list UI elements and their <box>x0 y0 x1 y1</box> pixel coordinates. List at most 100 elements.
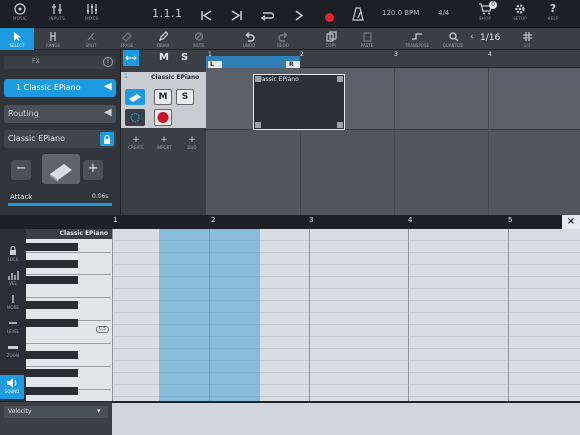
transpose-button[interactable]: TRANSPOSE <box>400 28 434 50</box>
loop-right-marker[interactable]: R <box>286 61 300 68</box>
undo-icon <box>245 32 255 42</box>
duplicate-button[interactable]: + DUO <box>183 136 201 152</box>
attack-slider[interactable] <box>8 203 112 206</box>
copy-button[interactable]: COPY <box>314 28 348 50</box>
undo-button[interactable]: UNDO <box>232 28 266 50</box>
arrange-ruler[interactable]: 1 2 3 4 L R <box>206 50 580 68</box>
paste-label: PASTE <box>360 43 374 48</box>
routing-row[interactable]: Routing ◀ <box>4 105 116 123</box>
velocity-button[interactable]: VEL <box>2 267 24 291</box>
quantize-value[interactable]: 1/16 <box>480 33 500 43</box>
velocity-lane-header: Velocity ▾ <box>0 401 112 435</box>
track-mute-button[interactable]: M <box>154 89 172 105</box>
loop-button[interactable] <box>260 7 275 26</box>
grid-button[interactable]: 1/4 <box>510 28 544 50</box>
zoom-button[interactable]: ZOOM <box>2 339 24 363</box>
midi-clip[interactable]: Classic EPiano <box>253 74 345 130</box>
lock-button[interactable]: LOCK <box>2 243 24 267</box>
piano-keyboard[interactable]: C3 <box>26 239 112 401</box>
select-tool[interactable]: SELECT <box>0 28 34 50</box>
help-label: HELP <box>547 16 559 21</box>
record-arm-button[interactable] <box>154 109 172 126</box>
black-key[interactable] <box>26 243 78 251</box>
preset-prev-button[interactable]: − <box>11 160 31 180</box>
record-button[interactable] <box>324 8 335 27</box>
inputs-icon <box>52 4 62 14</box>
black-key[interactable] <box>26 387 78 395</box>
sound-button[interactable]: SOUND <box>0 375 24 399</box>
music-button[interactable]: MUSIC <box>7 2 33 26</box>
track-instrument-button[interactable] <box>125 89 145 105</box>
lock-label: LOCK <box>7 257 19 262</box>
monitor-button[interactable] <box>125 109 145 126</box>
undo-label: UNDO <box>242 43 256 48</box>
import-button[interactable]: + IMPORT <box>155 136 173 152</box>
clip-resize-handle[interactable] <box>337 76 343 82</box>
global-mute-button[interactable]: M <box>159 52 169 63</box>
lane-selector[interactable]: Velocity ▾ <box>4 406 108 418</box>
clip-resize-handle[interactable] <box>337 122 343 128</box>
close-editor-button[interactable]: × <box>562 215 580 229</box>
create-track-button[interactable]: + CREATE <box>127 136 145 152</box>
track-selector[interactable]: 1 Classic EPiano ◀ <box>4 79 116 97</box>
top-bar: MUSIC INPUTS MIXER 1.1.1 120.0 BPM 4/4 S… <box>0 0 580 28</box>
mute-tool[interactable]: MUTE <box>182 28 216 50</box>
expand-button[interactable] <box>123 50 139 66</box>
global-solo-button[interactable]: S <box>181 52 188 63</box>
bar-line <box>300 131 301 215</box>
fx-row[interactable]: FX i <box>4 56 116 69</box>
draw-tool[interactable]: DRAW <box>146 28 180 50</box>
black-key[interactable] <box>26 319 78 327</box>
paste-button[interactable]: PASTE <box>350 28 384 50</box>
forward-button[interactable] <box>230 7 243 26</box>
play-button[interactable] <box>293 7 305 26</box>
erase-tool[interactable]: ERASE <box>110 28 144 50</box>
black-key[interactable] <box>26 301 78 309</box>
editor-ruler[interactable]: 1 2 3 4 5 <box>112 215 560 229</box>
bar-line <box>394 68 395 130</box>
tempo-display[interactable]: 120.0 BPM <box>382 9 419 17</box>
setup-button[interactable]: SETUP <box>507 2 533 26</box>
help-button[interactable]: ? HELP <box>540 2 566 26</box>
sound-label: SOUND <box>4 389 20 394</box>
clip-resize-handle[interactable] <box>255 122 261 128</box>
position-display[interactable]: 1.1.1 <box>152 7 183 20</box>
mixer-button[interactable]: MIXER <box>79 2 105 26</box>
key-divider <box>26 343 111 344</box>
track-solo-button[interactable]: S <box>176 89 194 105</box>
level-button[interactable]: LEVEL <box>2 315 24 339</box>
velocity-lane[interactable] <box>112 401 580 435</box>
redo-button[interactable]: REDO <box>266 28 300 50</box>
split-tool[interactable]: SPLIT <box>74 28 108 50</box>
transpose-icon <box>412 33 422 40</box>
preset-next-button[interactable]: + <box>83 160 103 180</box>
black-key[interactable] <box>26 369 78 377</box>
instrument-thumbnail[interactable] <box>42 154 80 184</box>
shop-button[interactable]: SHOP 0 <box>472 1 498 26</box>
bar-line <box>112 229 113 401</box>
instrument-lock-button[interactable] <box>100 132 114 146</box>
clip-resize-handle[interactable] <box>255 76 261 82</box>
metronome-button[interactable] <box>352 6 364 25</box>
black-key[interactable] <box>26 276 78 284</box>
key-divider <box>26 366 111 367</box>
arrange-view[interactable]: 1 2 3 4 L R Classic EPiano <box>206 50 580 215</box>
track-lane[interactable]: Classic EPiano <box>206 68 580 130</box>
black-key[interactable] <box>26 260 78 268</box>
range-tool[interactable]: RANGE <box>36 28 70 50</box>
rewind-button[interactable] <box>200 7 213 26</box>
lock-icon <box>10 245 16 255</box>
quantize-button[interactable]: QUANTIZE <box>436 28 470 50</box>
speaker-icon <box>7 378 17 388</box>
empty-lane[interactable] <box>206 131 580 215</box>
note-grid[interactable] <box>112 229 580 401</box>
instrument-row[interactable]: Classic EPiano <box>4 130 116 148</box>
info-icon[interactable]: i <box>103 57 113 67</box>
time-signature-display[interactable]: 4/4 <box>438 9 449 17</box>
quantize-chevron-icon[interactable]: ‹ <box>470 32 474 42</box>
black-key[interactable] <box>26 351 78 359</box>
track-row[interactable]: 1 Classic EPiano M S <box>121 72 207 128</box>
more-button[interactable]: MORE <box>2 291 24 315</box>
inputs-button[interactable]: INPUTS <box>44 2 70 26</box>
loop-left-marker[interactable]: L <box>208 61 222 68</box>
